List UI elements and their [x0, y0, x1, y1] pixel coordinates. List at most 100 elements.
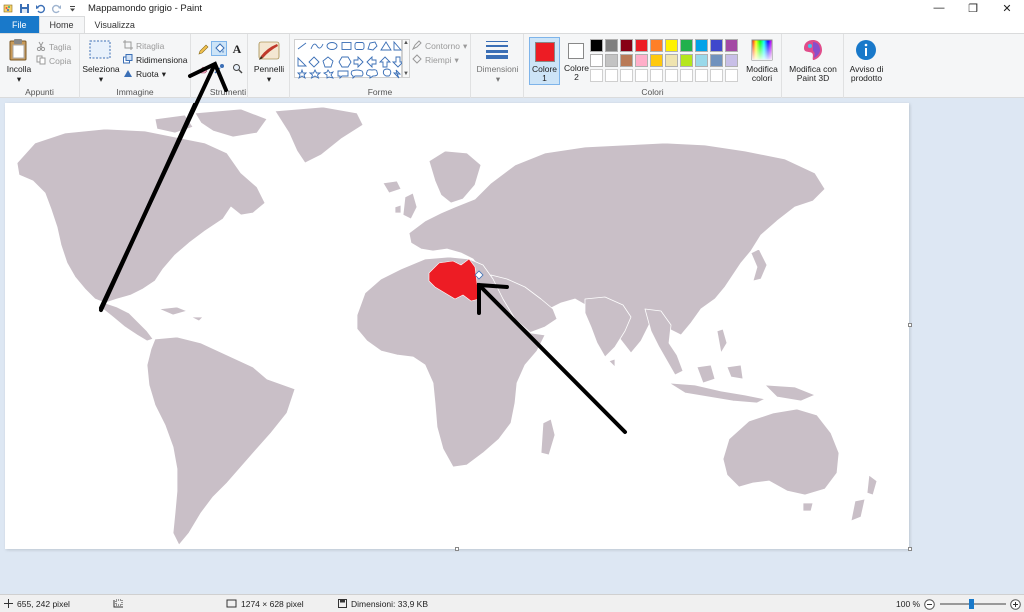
size-dropdown-icon[interactable]: ▾: [493, 75, 503, 84]
cut-label: Taglia: [49, 42, 72, 52]
edit-colors-icon[interactable]: [751, 39, 773, 63]
canvas[interactable]: [5, 60, 909, 549]
new-zealand: [866, 474, 878, 496]
fill-bucket-icon[interactable]: [211, 41, 227, 56]
brushes-button[interactable]: Pennelli: [248, 65, 290, 74]
palette-swatch[interactable]: [710, 54, 723, 67]
resize-handle-right[interactable]: [908, 323, 912, 327]
palette-swatch[interactable]: [680, 39, 693, 52]
zoom-out-icon[interactable]: [924, 598, 935, 610]
palette-swatch[interactable]: [620, 54, 633, 67]
brushes-dropdown-icon[interactable]: ▾: [264, 75, 274, 84]
custom-color-slot[interactable]: [635, 69, 648, 82]
outline-button[interactable]: Contorno ▾: [411, 40, 467, 52]
resize-handle-corner[interactable]: [908, 547, 912, 551]
customize-qat-icon[interactable]: [67, 3, 78, 14]
minimize-button[interactable]: —: [922, 0, 956, 16]
zoom-in-icon[interactable]: [1010, 598, 1021, 610]
custom-color-slot[interactable]: [590, 69, 603, 82]
paint3d-icon[interactable]: [803, 39, 823, 63]
select-icon[interactable]: [89, 40, 111, 62]
custom-color-slot[interactable]: [665, 69, 678, 82]
palette-swatch[interactable]: [725, 54, 738, 67]
palette-swatch[interactable]: [650, 39, 663, 52]
rotate-button[interactable]: Ruota ▾: [123, 68, 166, 80]
select-dropdown-icon[interactable]: ▾: [96, 75, 106, 84]
custom-color-slot[interactable]: [680, 69, 693, 82]
zoom-slider[interactable]: [940, 595, 1006, 612]
product-notice-button[interactable]: Avviso di prodotto: [844, 65, 889, 83]
copy-button[interactable]: Copia: [36, 55, 71, 67]
zoom-slider-thumb[interactable]: [969, 599, 974, 609]
custom-color-slot[interactable]: [650, 69, 663, 82]
selection-size-icon: [113, 599, 124, 610]
shapes-scrollbar[interactable]: ▲ ▼: [402, 39, 410, 78]
cut-button[interactable]: Taglia: [36, 41, 71, 53]
line-thickness-icon[interactable]: [485, 40, 509, 62]
info-icon[interactable]: [855, 39, 877, 63]
scroll-down-icon[interactable]: ▼: [403, 71, 409, 77]
palette-swatch[interactable]: [695, 54, 708, 67]
palette-swatch[interactable]: [665, 39, 678, 52]
brush-icon[interactable]: [257, 38, 281, 64]
color2-button[interactable]: Colore 2: [561, 37, 592, 85]
scroll-up-icon[interactable]: ▲: [403, 40, 409, 46]
palette-swatch[interactable]: [635, 39, 648, 52]
palette-swatch[interactable]: [590, 39, 603, 52]
select-button[interactable]: Seleziona: [81, 65, 121, 74]
custom-color-slot[interactable]: [725, 69, 738, 82]
color-picker-icon[interactable]: [213, 62, 225, 74]
palette-swatch[interactable]: [620, 39, 633, 52]
pencil-icon[interactable]: [197, 43, 209, 55]
custom-color-slot[interactable]: [695, 69, 708, 82]
palette-swatch[interactable]: [635, 54, 648, 67]
restore-button[interactable]: ❐: [956, 0, 990, 16]
custom-color-slot[interactable]: [605, 69, 618, 82]
custom-color-slot[interactable]: [710, 69, 723, 82]
palette-swatch[interactable]: [695, 39, 708, 52]
palette-swatch[interactable]: [725, 39, 738, 52]
palette-swatch[interactable]: [650, 54, 663, 67]
paste-button[interactable]: Incolla: [2, 65, 36, 74]
crop-button[interactable]: Ritaglia: [123, 40, 164, 52]
paste-dropdown-icon[interactable]: ▾: [14, 75, 24, 84]
redo-icon[interactable]: [51, 3, 62, 14]
undo-icon[interactable]: [35, 3, 46, 14]
shapes-group: ▲ ▼ Contorno ▾ Riempi ▾ Forme: [290, 34, 471, 98]
size-button[interactable]: Dimensioni: [471, 65, 524, 74]
paste-icon[interactable]: [8, 38, 30, 64]
line-shape-icon: [297, 42, 307, 50]
palette-swatch[interactable]: [590, 54, 603, 67]
color1-button[interactable]: Colore 1: [529, 37, 560, 85]
resize-handle-bottom[interactable]: [455, 547, 459, 551]
madagascar: [540, 418, 556, 456]
palette-swatch[interactable]: [605, 39, 618, 52]
palette-swatch[interactable]: [605, 54, 618, 67]
close-button[interactable]: ✕: [990, 0, 1024, 16]
resize-button[interactable]: Ridimensiona: [123, 54, 188, 66]
custom-color-slot[interactable]: [620, 69, 633, 82]
callout-rect-shape-icon: [337, 70, 349, 80]
scandinavia: [428, 150, 482, 204]
edit-colors-button[interactable]: Modifica colori: [740, 65, 784, 83]
paint3d-group: Modifica con Paint 3D: [782, 34, 844, 98]
save-icon[interactable]: [19, 3, 30, 14]
zoom-out-button[interactable]: [924, 595, 935, 612]
paint3d-button[interactable]: Modifica con Paint 3D: [784, 65, 842, 83]
up-arrow-shape-icon: [378, 56, 392, 68]
palette-swatch[interactable]: [665, 54, 678, 67]
palette-swatch[interactable]: [710, 39, 723, 52]
title-bar: Mappamondo grigio - Paint — ❐ ✕: [0, 0, 1024, 16]
tab-view[interactable]: Visualizza: [85, 16, 145, 33]
tab-home[interactable]: Home: [38, 16, 85, 33]
tab-file[interactable]: File: [0, 16, 39, 33]
scissors-icon: [36, 41, 46, 53]
text-tool-icon[interactable]: A: [231, 42, 243, 56]
fill-button[interactable]: Riempi ▾: [412, 54, 459, 66]
magnifier-icon[interactable]: [231, 62, 243, 74]
eraser-icon[interactable]: [197, 62, 209, 74]
palette-swatch[interactable]: [680, 54, 693, 67]
callout-oval-shape-icon: [350, 69, 364, 80]
zoom-in-button[interactable]: [1010, 595, 1021, 612]
cursor-position-text: 655, 242 pixel: [17, 599, 70, 609]
